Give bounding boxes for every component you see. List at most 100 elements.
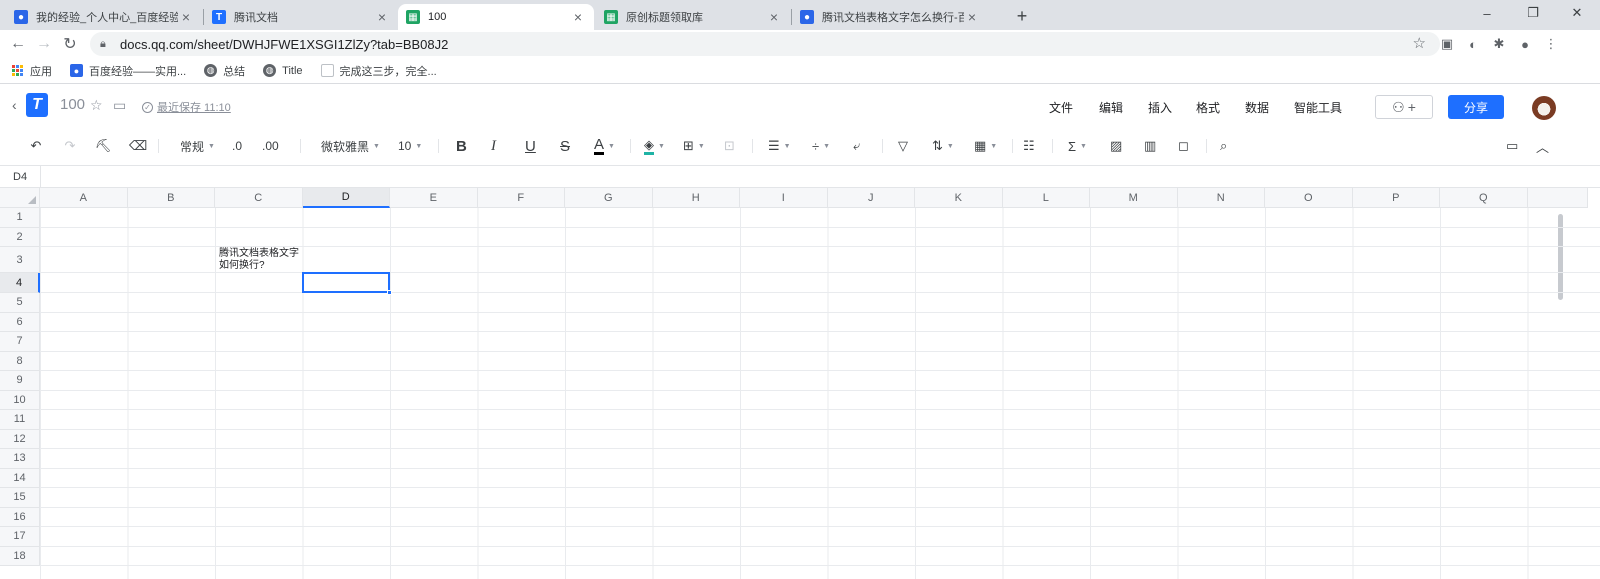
column-header-i[interactable]: I (740, 188, 828, 208)
conditional-format-icon[interactable]: ☷ (1023, 137, 1035, 155)
forward-arrow-icon[interactable]: → (34, 34, 54, 54)
row-header-8[interactable]: 8 (0, 351, 40, 371)
row-header-4[interactable]: 4 (0, 273, 40, 293)
increase-decimal-button[interactable]: .00 (262, 137, 279, 155)
close-icon[interactable]: × (964, 9, 980, 25)
wrap-text-icon[interactable]: ⤶ (853, 137, 860, 155)
column-header-o[interactable]: O (1265, 188, 1353, 208)
row-header-2[interactable]: 2 (0, 227, 40, 247)
menu-edit[interactable]: 编辑 (1099, 99, 1123, 116)
column-header-c[interactable]: C (215, 188, 303, 208)
row-header-1[interactable]: 1 (0, 208, 40, 228)
row-header-3[interactable]: 3 (0, 247, 40, 273)
column-header-q[interactable]: Q (1440, 188, 1528, 208)
chevron-left-icon[interactable]: ‹ (12, 97, 17, 113)
column-header-j[interactable]: J (827, 188, 915, 208)
underline-button[interactable]: U (525, 137, 536, 155)
row-header-15[interactable]: 15 (0, 488, 40, 508)
extension-icon[interactable]: ◐ (1464, 35, 1482, 53)
star-icon[interactable]: ☆ (90, 97, 103, 114)
cell-c3[interactable]: 腾讯文档表格文字 如何换行? (219, 248, 301, 272)
insert-image-icon[interactable]: ▨ (1110, 137, 1122, 155)
row-header-12[interactable]: 12 (0, 429, 40, 449)
filter-icon[interactable]: ▽ (898, 137, 908, 155)
column-header-f[interactable]: F (477, 188, 565, 208)
column-header-g[interactable]: G (565, 188, 653, 208)
menu-smart-tools[interactable]: 智能工具 (1294, 99, 1342, 116)
more-menu-icon[interactable]: ⋮ (1542, 35, 1560, 53)
close-window-button[interactable]: ✕ (1554, 0, 1600, 26)
font-color-button[interactable]: A ▼ (594, 137, 615, 155)
font-size-dropdown[interactable]: 10 ▼ (398, 137, 422, 155)
browser-tab[interactable]: T 腾讯文档 × (204, 4, 398, 30)
row-header-6[interactable]: 6 (0, 312, 40, 332)
extension-icon[interactable]: ▣ (1438, 35, 1456, 53)
column-header-partial[interactable] (1527, 188, 1588, 208)
invite-collaborator-button[interactable]: ⚇ + (1375, 95, 1433, 119)
find-replace-icon[interactable]: ⌕ (1220, 137, 1227, 155)
freeze-button[interactable]: ▦ ▼ (974, 137, 997, 155)
column-header-l[interactable]: L (1002, 188, 1090, 208)
browser-tab[interactable]: ▦ 原创标题领取库 × (596, 4, 790, 30)
borders-button[interactable]: ⊞ ▼ (683, 137, 705, 155)
row-header-9[interactable]: 9 (0, 371, 40, 391)
menu-data[interactable]: 数据 (1245, 99, 1269, 116)
bookmark-star-icon[interactable]: ☆ (1413, 34, 1426, 52)
column-header-k[interactable]: K (915, 188, 1003, 208)
close-icon[interactable]: × (374, 9, 390, 25)
row-header-17[interactable]: 17 (0, 527, 40, 547)
column-header-p[interactable]: P (1352, 188, 1440, 208)
new-tab-button[interactable]: + (1010, 4, 1034, 28)
menu-insert[interactable]: 插入 (1148, 99, 1172, 116)
horizontal-align-button[interactable]: ☰ ▼ (768, 137, 791, 155)
fill-color-button[interactable]: ◈ ▼ (644, 137, 665, 155)
minimize-button[interactable]: – (1464, 0, 1510, 26)
column-header-e[interactable]: E (390, 188, 478, 208)
row-header-5[interactable]: 5 (0, 293, 40, 313)
address-bar[interactable]: 🔒︎ docs.qq.com/sheet/DWHJFWE1XSGI1ZlZy?t… (90, 32, 1440, 56)
browser-tab[interactable]: ● 腾讯文档表格文字怎么换行-百度 × (792, 4, 988, 30)
reload-icon[interactable]: ↻ (60, 34, 80, 54)
insert-comment-icon[interactable]: ◻ (1178, 137, 1189, 155)
share-button[interactable]: 分享 (1448, 95, 1504, 119)
back-arrow-icon[interactable]: ← (8, 34, 28, 54)
selected-cell[interactable] (301, 272, 392, 295)
bookmark-item[interactable]: 完成这三步，完全... (320, 63, 437, 79)
column-header-b[interactable]: B (127, 188, 215, 208)
collapse-toolbar-icon[interactable]: ︿ (1536, 137, 1549, 155)
row-header-13[interactable]: 13 (0, 449, 40, 469)
avatar[interactable] (1532, 96, 1556, 120)
redo-icon[interactable]: ↷ (62, 137, 78, 155)
bookmark-item[interactable]: ● 百度经验——实用... (70, 63, 186, 79)
insert-chart-icon[interactable]: ▥ (1144, 137, 1156, 155)
restore-button[interactable]: ❐ (1510, 0, 1556, 26)
bookmark-item[interactable]: ◍ Title (263, 64, 303, 77)
browser-tab[interactable]: ● 我的经验_个人中心_百度经验 × (6, 4, 202, 30)
profile-icon[interactable]: ● (1516, 35, 1534, 53)
column-header-n[interactable]: N (1177, 188, 1265, 208)
comments-panel-icon[interactable]: ▭ (1506, 137, 1518, 155)
column-header-d[interactable]: D (302, 188, 390, 208)
fill-handle[interactable] (387, 290, 392, 295)
vertical-align-button[interactable]: ÷ ▼ (812, 137, 830, 155)
number-format-dropdown[interactable]: 常规 ▼ (180, 137, 215, 155)
row-header-11[interactable]: 11 (0, 410, 40, 430)
close-icon[interactable]: × (766, 9, 782, 25)
row-header-10[interactable]: 10 (0, 390, 40, 410)
tencent-docs-logo[interactable]: T (26, 93, 48, 117)
row-header-7[interactable]: 7 (0, 332, 40, 352)
menu-file[interactable]: 文件 (1049, 99, 1073, 116)
close-icon[interactable]: × (178, 9, 194, 25)
select-all-corner[interactable] (0, 188, 40, 208)
name-box[interactable]: D4 (13, 171, 27, 183)
italic-button[interactable]: I (491, 137, 496, 155)
merge-cells-icon[interactable]: ⊡ (724, 137, 735, 155)
close-icon[interactable]: × (570, 9, 586, 25)
function-button[interactable]: Σ ▼ (1068, 137, 1087, 155)
column-header-m[interactable]: M (1090, 188, 1178, 208)
row-header-14[interactable]: 14 (0, 468, 40, 488)
row-header-16[interactable]: 16 (0, 507, 40, 527)
sort-button[interactable]: ⇅ ▼ (932, 137, 954, 155)
browser-tab-active[interactable]: ▦ 100 × (398, 4, 594, 30)
puzzle-icon[interactable]: ✱ (1490, 35, 1508, 53)
